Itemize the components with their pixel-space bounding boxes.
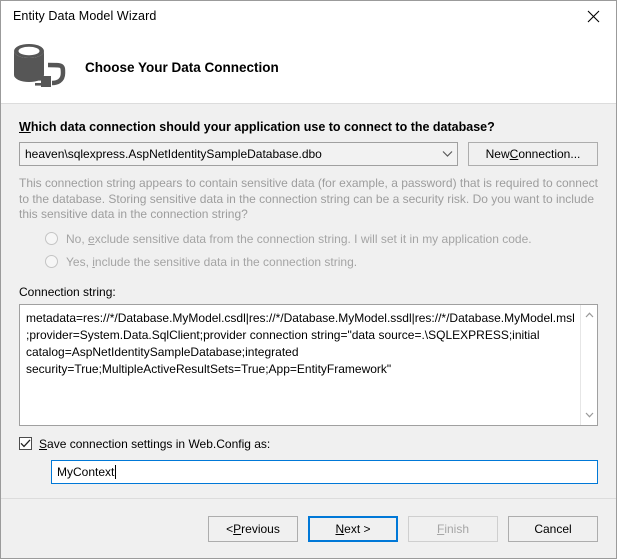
finish-label-accel: F xyxy=(436,521,445,536)
new-connection-label-pre: New xyxy=(485,147,510,161)
chevron-down-icon[interactable] xyxy=(581,408,598,422)
previous-label-post: revious xyxy=(241,521,280,536)
close-icon xyxy=(587,10,600,23)
next-label-accel: N xyxy=(335,521,345,536)
title-bar: Entity Data Model Wizard xyxy=(1,1,616,31)
save-connection-checkbox-row[interactable]: Save connection settings in Web.Config a… xyxy=(19,437,598,451)
page-title: Choose Your Data Connection xyxy=(85,59,279,75)
next-label-post: ext > xyxy=(344,521,371,536)
sensitive-data-note: This connection string appears to contai… xyxy=(19,176,598,221)
context-name-input[interactable]: MyContext xyxy=(51,459,598,484)
radio-exclude-label-pre: No, xyxy=(66,231,89,246)
close-button[interactable] xyxy=(571,1,616,31)
connection-string-value: metadata=res://*/Database.MyModel.csdl|r… xyxy=(26,310,575,376)
finish-label-post: inish xyxy=(444,521,470,536)
cancel-button[interactable]: Cancel xyxy=(508,515,598,542)
radio-exclude-sensitive[interactable]: No, exclude sensitive data from the conn… xyxy=(45,232,598,246)
connection-question-label: Which data connection should your applic… xyxy=(19,120,598,134)
dialog-footer: < Previous Next > Finish Cancel xyxy=(1,498,616,558)
save-connection-label-accel: S xyxy=(39,436,48,451)
entity-data-model-wizard-dialog: Entity Data Model Wizard Choose Your Dat… xyxy=(0,0,617,559)
radio-include-label: Yes, include the sensitive data in the c… xyxy=(66,255,357,269)
radio-exclude-label: No, exclude sensitive data from the conn… xyxy=(66,232,532,246)
window-title: Entity Data Model Wizard xyxy=(13,9,157,23)
new-connection-button[interactable]: New Connection... xyxy=(468,142,598,166)
cancel-label: Cancel xyxy=(534,521,572,536)
connection-question-text: hich data connection should your applica… xyxy=(30,120,495,134)
wizard-header: Choose Your Data Connection xyxy=(1,31,616,104)
radio-include-label-post: nclude the sensitive data in the connect… xyxy=(94,254,358,269)
radio-include-sensitive[interactable]: Yes, include the sensitive data in the c… xyxy=(45,255,598,269)
connection-combo[interactable]: heaven\sqlexpress.AspNetIdentitySampleDa… xyxy=(19,142,458,166)
text-caret xyxy=(115,464,117,479)
previous-button[interactable]: < Previous xyxy=(208,515,298,542)
radio-button-icon xyxy=(45,255,58,268)
connection-string-scrollbar[interactable] xyxy=(580,304,598,425)
new-connection-label-accel: C xyxy=(509,147,519,161)
radio-exclude-label-post: xclude sensitive data from the connectio… xyxy=(94,231,532,246)
new-connection-label-post: onnection... xyxy=(518,147,581,161)
chevron-up-icon[interactable] xyxy=(581,308,598,322)
chevron-down-icon xyxy=(437,143,457,165)
finish-button: Finish xyxy=(408,515,498,542)
database-connection-icon xyxy=(1,42,73,92)
connection-question-accel: W xyxy=(19,120,31,134)
radio-exclude-label-accel: e xyxy=(88,231,95,246)
next-button[interactable]: Next > xyxy=(308,515,398,542)
dialog-body: Which data connection should your applic… xyxy=(1,104,616,498)
save-connection-label-post: ave connection settings in Web.Config as… xyxy=(47,436,271,451)
connection-combo-value: heaven\sqlexpress.AspNetIdentitySampleDa… xyxy=(25,147,322,161)
previous-label-accel: P xyxy=(233,521,242,536)
radio-button-icon xyxy=(45,232,58,245)
connection-string-textarea[interactable]: metadata=res://*/Database.MyModel.csdl|r… xyxy=(19,303,598,426)
checkbox-checked-icon[interactable] xyxy=(19,437,32,450)
connection-string-label: Connection string: xyxy=(19,284,116,299)
radio-include-label-pre: Yes, xyxy=(66,254,93,269)
save-connection-label: Save connection settings in Web.Config a… xyxy=(39,437,270,451)
previous-label-pre: < xyxy=(226,521,234,536)
connection-row: heaven\sqlexpress.AspNetIdentitySampleDa… xyxy=(19,142,598,166)
context-name-value: MyContext xyxy=(57,464,115,479)
